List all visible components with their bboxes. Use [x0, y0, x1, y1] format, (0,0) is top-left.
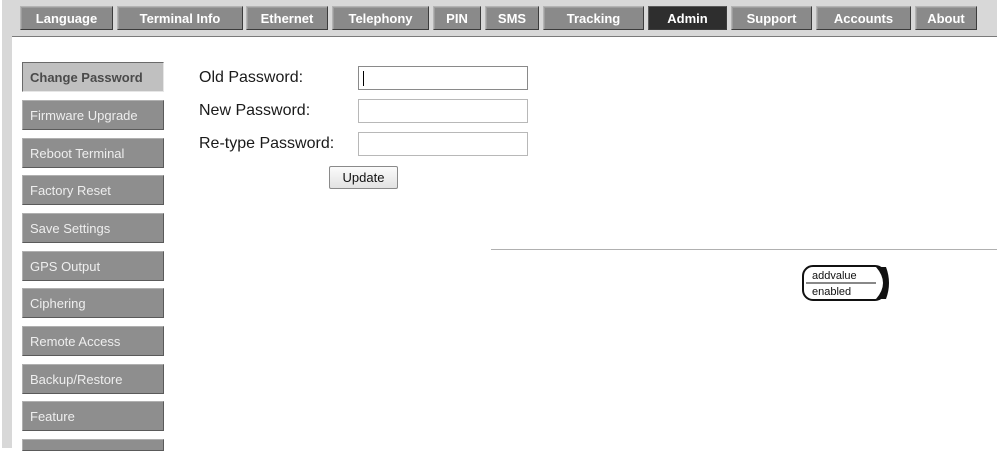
sidebar-item-change-password[interactable]: Change Password	[22, 62, 164, 92]
text-caret	[363, 71, 364, 86]
tab-about[interactable]: About	[915, 6, 977, 30]
sidebar-item-firmware-upgrade[interactable]: Firmware Upgrade	[22, 100, 164, 130]
page-frame: Language Terminal Info Ethernet Telephon…	[2, 0, 997, 451]
tab-terminal-info[interactable]: Terminal Info	[117, 6, 243, 30]
sidebar-item-reboot-terminal[interactable]: Reboot Terminal	[22, 138, 164, 168]
sidebar-item-gps-output[interactable]: GPS Output	[22, 251, 164, 281]
sidebar-item-factory-reset[interactable]: Factory Reset	[22, 175, 164, 205]
tab-support[interactable]: Support	[731, 6, 812, 30]
tab-sms[interactable]: SMS	[485, 6, 539, 30]
new-password-label: New Password:	[199, 102, 311, 119]
sidebar-item-ciphering[interactable]: Ciphering	[22, 288, 164, 318]
tab-language[interactable]: Language	[20, 6, 113, 30]
divider	[491, 249, 997, 250]
addvalue-logo: addvalue enabled	[802, 265, 889, 301]
old-password-label: Old Password:	[199, 69, 304, 86]
tab-admin[interactable]: Admin	[648, 6, 727, 30]
sidebar-item-feature[interactable]: Feature	[22, 401, 164, 431]
update-button[interactable]: Update	[329, 166, 398, 189]
sidebar-item-more[interactable]	[22, 439, 164, 451]
tab-ethernet[interactable]: Ethernet	[246, 6, 328, 30]
tab-tracking[interactable]: Tracking	[543, 6, 644, 30]
tab-telephony[interactable]: Telephony	[332, 6, 429, 30]
sidebar-item-backup-restore[interactable]: Backup/Restore	[22, 364, 164, 394]
sidebar-item-remote-access[interactable]: Remote Access	[22, 326, 164, 356]
logo-text-addvalue: addvalue	[812, 270, 857, 282]
tab-accounts[interactable]: Accounts	[816, 6, 911, 30]
retype-password-input[interactable]	[358, 132, 528, 156]
old-password-input[interactable]	[358, 66, 528, 90]
tab-pin[interactable]: PIN	[433, 6, 481, 30]
sidebar-item-save-settings[interactable]: Save Settings	[22, 213, 164, 243]
new-password-input[interactable]	[358, 99, 528, 123]
top-nav-bar: Language Terminal Info Ethernet Telephon…	[12, 0, 997, 37]
logo-text-enabled: enabled	[812, 286, 851, 298]
retype-password-label: Re-type Password:	[199, 135, 335, 152]
